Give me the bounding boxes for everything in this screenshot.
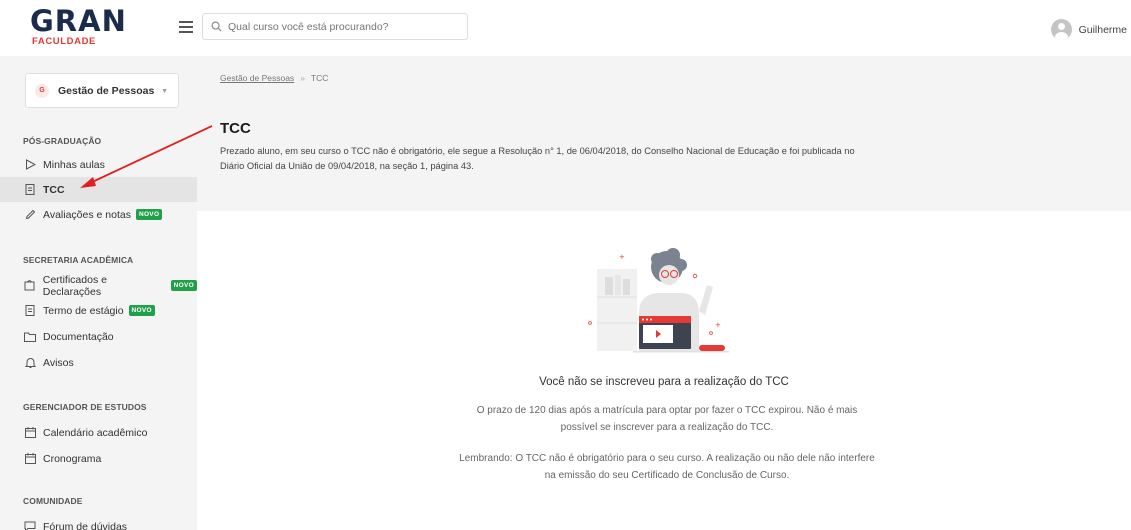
gran-faculdade-logo[interactable]: GRAN FACULDADE <box>30 6 140 48</box>
sidebar-item-label: Fórum de dúvidas <box>43 520 128 530</box>
avatar <box>1050 19 1072 40</box>
calendar-icon <box>24 453 36 465</box>
calendar-icon <box>24 427 36 439</box>
logo-main-text: GRAN <box>30 4 127 38</box>
certificate-icon <box>24 280 36 292</box>
page-header: Gestão de Pessoas » TCC TCC Prezado aluno,… <box>197 56 1131 211</box>
breadcrumb-parent-link[interactable]: Gestão de Pessoas <box>220 73 294 83</box>
search-bar[interactable] <box>202 13 468 40</box>
chat-icon <box>24 521 36 530</box>
main-content: Gestão de Pessoas » TCC TCC Prezado aluno,… <box>197 56 1131 530</box>
folder-icon <box>24 331 36 343</box>
empty-state-note: Lembrando: O TCC não é obrigatório para … <box>459 453 875 481</box>
svg-text:+: + <box>619 253 625 261</box>
sidebar: G Gestão de Pessoas ▼ PÓS-GRADUAÇÃO Minh… <box>0 56 197 530</box>
sidebar-item-termo-de-estagio[interactable]: Termo de estágio NOVO <box>0 298 197 323</box>
svg-text:+: + <box>715 321 721 329</box>
user-menu[interactable]: Guilherme <box>1050 19 1131 40</box>
search-input[interactable] <box>228 20 458 33</box>
new-badge: NOVO <box>128 305 155 316</box>
play-icon <box>24 159 36 171</box>
sidebar-item-label: Avaliações e notas <box>43 208 131 221</box>
sidebar-item-forum-de-duvidas[interactable]: Fórum de dúvidas <box>0 514 197 530</box>
sidebar-item-label: Termo de estágio <box>43 304 124 317</box>
breadcrumb-current: TCC <box>310 73 329 83</box>
sidebar-item-minhas-aulas[interactable]: Minhas aulas <box>0 152 197 177</box>
sidebar-item-label: Avisos <box>43 356 74 369</box>
top-header: GRAN FACULDADE Guilherme <box>0 0 1131 56</box>
sidebar-item-label: Certificados e Declarações <box>42 273 107 298</box>
new-badge: NOVO <box>170 280 197 291</box>
sidebar-item-certificados[interactable]: Certificados e Declarações NOVO <box>0 273 197 298</box>
page-description: Prezado aluno, em seu curso o TCC não é … <box>220 146 855 171</box>
empty-state-message: O prazo de 120 dias após a matrícula par… <box>476 405 858 433</box>
page-title: TCC <box>220 120 251 137</box>
sidebar-item-label: Documentação <box>43 330 114 343</box>
menu-icon[interactable] <box>179 21 193 33</box>
user-name: Guilherme <box>1078 23 1127 36</box>
sidebar-item-tcc[interactable]: TCC <box>0 177 197 202</box>
pencil-icon <box>24 209 36 221</box>
student-laptop-illustration: + + <box>588 248 729 353</box>
sidebar-item-avisos[interactable]: Avisos <box>0 350 197 375</box>
bell-icon <box>24 357 36 369</box>
sidebar-item-documentacao[interactable]: Documentação <box>0 324 197 349</box>
section-title-gerenciador-de-estudos: GERENCIADOR DE ESTUDOS <box>23 402 147 412</box>
document-icon <box>24 305 36 317</box>
sidebar-item-cronograma[interactable]: Cronograma <box>0 446 197 471</box>
search-icon <box>211 21 222 32</box>
course-selector-label: Gestão de Pessoas <box>58 84 155 97</box>
sidebar-item-avaliacoes-e-notas[interactable]: Avaliações e notas NOVO <box>0 202 197 227</box>
sidebar-item-label: TCC <box>43 183 65 196</box>
section-title-comunidade: COMUNIDADE <box>23 496 83 506</box>
section-title-secretaria-academica: SECRETARIA ACADÊMICA <box>23 255 134 265</box>
sidebar-item-label: Cronograma <box>43 452 102 465</box>
breadcrumb: Gestão de Pessoas » TCC <box>220 73 328 83</box>
document-icon <box>24 184 36 196</box>
breadcrumb-separator: » <box>300 73 305 83</box>
sidebar-item-calendario-academico[interactable]: Calendário acadêmico <box>0 420 197 445</box>
course-selector[interactable]: G Gestão de Pessoas ▼ <box>25 73 179 108</box>
empty-state-title: Você não se inscreveu para a realização … <box>539 376 789 388</box>
section-title-pos-graduacao: PÓS-GRADUAÇÃO <box>23 136 102 146</box>
sidebar-item-label: Calendário acadêmico <box>43 426 148 439</box>
sidebar-item-label: Minhas aulas <box>43 158 105 171</box>
new-badge: NOVO <box>135 209 163 220</box>
course-logo-icon: G <box>35 83 49 98</box>
chevron-down-icon: ▼ <box>161 88 168 95</box>
